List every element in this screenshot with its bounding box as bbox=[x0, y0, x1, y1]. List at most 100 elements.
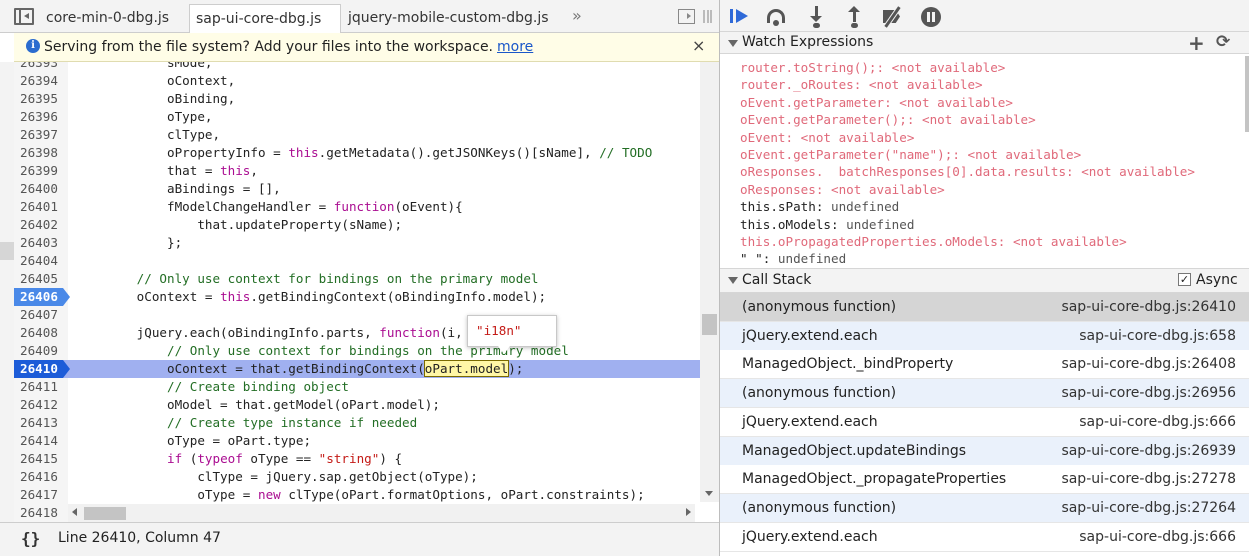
code-line[interactable]: 26393 sMode, bbox=[14, 62, 700, 72]
line-number[interactable]: 26396 bbox=[14, 108, 68, 126]
step-into-icon[interactable] bbox=[806, 6, 828, 28]
tab-jquery-mobile-custom-dbg[interactable]: jquery-mobile-custom-dbg.js bbox=[342, 4, 552, 33]
code-line[interactable]: 26402 that.updateProperty(sName); bbox=[14, 216, 700, 234]
call-frame[interactable]: ManagedObject._bindProperty sap-ui-core-d… bbox=[720, 350, 1249, 380]
code-line[interactable]: 26417 oType = new clType(oPart.formatOpt… bbox=[14, 486, 700, 504]
line-number[interactable]: 26418 bbox=[14, 504, 68, 522]
code-line[interactable]: 26394 oContext, bbox=[14, 72, 700, 90]
watch-expression[interactable]: router.toString();: <not available> bbox=[740, 59, 1005, 76]
line-number[interactable]: 26398 bbox=[14, 144, 68, 162]
line-number[interactable]: 26409 bbox=[14, 342, 68, 360]
watch-expression[interactable]: " ": undefined bbox=[740, 250, 846, 266]
line-number[interactable]: 26401 bbox=[14, 198, 68, 216]
call-frame-location[interactable]: sap-ui-core-dbg.js:666 bbox=[1079, 529, 1236, 545]
watch-expressions-header[interactable]: Watch Expressions + ⟳ bbox=[720, 31, 1249, 55]
breakpoint-marker[interactable]: 26410 bbox=[14, 360, 70, 378]
watch-expression[interactable]: this.oModels: undefined bbox=[740, 216, 914, 233]
call-frame-location[interactable]: sap-ui-core-dbg.js:658 bbox=[1079, 328, 1236, 344]
add-watch-icon[interactable]: + bbox=[1188, 31, 1205, 55]
code-line[interactable]: 26414 oType = oPart.type; bbox=[14, 432, 700, 450]
code-line[interactable]: 26406 oContext = this.getBindingContext(… bbox=[14, 288, 700, 306]
line-number[interactable]: 26416 bbox=[14, 468, 68, 486]
tabs-overflow-button[interactable]: » bbox=[572, 6, 582, 25]
call-frame-location[interactable]: sap-ui-core-dbg.js:27278 bbox=[1061, 471, 1236, 487]
watch-expression[interactable]: router._oRoutes: <not available> bbox=[740, 76, 983, 93]
line-number[interactable]: 26411 bbox=[14, 378, 68, 396]
watch-expression[interactable]: oEvent.getParameter: <not available> bbox=[740, 94, 1013, 111]
infobar-more-link[interactable]: more bbox=[497, 39, 533, 55]
scroll-down-arrow-icon[interactable] bbox=[705, 491, 713, 496]
code-line[interactable]: 26415 if (typeof oType == "string") { bbox=[14, 450, 700, 468]
code-line[interactable]: 26398 oPropertyInfo = this.getMetadata()… bbox=[14, 144, 700, 162]
watch-expression[interactable]: this.oPropagatedProperties.oModels: <not… bbox=[740, 233, 1127, 250]
line-number[interactable]: 26393 bbox=[14, 62, 68, 72]
watch-expression[interactable]: oEvent: <not available> bbox=[740, 129, 914, 146]
code-line[interactable]: 26401 fModelChangeHandler = function(oEv… bbox=[14, 198, 700, 216]
line-number[interactable]: 26405 bbox=[14, 270, 68, 288]
watch-expression[interactable]: oEvent.getParameter("name");: <not avail… bbox=[740, 146, 1081, 163]
code-line[interactable]: 26403 }; bbox=[14, 234, 700, 252]
line-number[interactable]: 26408 bbox=[14, 324, 68, 342]
code-line[interactable]: 26412 oModel = that.getModel(oPart.model… bbox=[14, 396, 700, 414]
code-line[interactable]: 26416 clType = jQuery.sap.getObject(oTyp… bbox=[14, 468, 700, 486]
call-frame-location[interactable]: sap-ui-core-dbg.js:26939 bbox=[1061, 443, 1236, 459]
code-line[interactable]: 26407 bbox=[14, 306, 700, 324]
scroll-left-arrow-icon[interactable] bbox=[72, 508, 77, 516]
tab-sap-ui-core-dbg[interactable]: sap-ui-core-dbg.js bbox=[189, 4, 341, 33]
navigator-toggle-icon[interactable] bbox=[14, 8, 34, 25]
code-line[interactable]: 26399 that = this, bbox=[14, 162, 700, 180]
code-editor[interactable]: 26393 sMode, 26394 oContext, 26395 oBindin… bbox=[14, 62, 719, 522]
call-frame-location[interactable]: sap-ui-core-dbg.js:26410 bbox=[1061, 299, 1236, 315]
expand-triangle-icon[interactable] bbox=[728, 277, 738, 284]
code-line[interactable]: 26410 oContext = that.getBindingContext(… bbox=[14, 360, 700, 378]
line-number[interactable]: 26394 bbox=[14, 72, 68, 90]
line-number[interactable]: 26412 bbox=[14, 396, 68, 414]
line-number[interactable]: 26404 bbox=[14, 252, 68, 270]
line-number[interactable]: 26403 bbox=[14, 234, 68, 252]
close-icon[interactable]: × bbox=[692, 36, 705, 55]
line-number[interactable]: 26395 bbox=[14, 90, 68, 108]
call-frame-location[interactable]: sap-ui-core-dbg.js:27264 bbox=[1061, 500, 1236, 516]
code-line[interactable]: 26408 jQuery.each(oBindingInfo.parts, fu… bbox=[14, 324, 700, 342]
pause-on-exceptions-icon[interactable] bbox=[920, 6, 942, 28]
code-line[interactable]: 26397 clType, bbox=[14, 126, 700, 144]
call-frame[interactable]: (anonymous function) sap-ui-core-dbg.js:2… bbox=[720, 293, 1249, 322]
deactivate-breakpoints-icon[interactable] bbox=[882, 6, 904, 28]
line-number[interactable]: 26400 bbox=[14, 180, 68, 198]
line-number[interactable]: 26414 bbox=[14, 432, 68, 450]
pause-icon[interactable] bbox=[703, 10, 712, 23]
line-number[interactable]: 26402 bbox=[14, 216, 68, 234]
call-frame[interactable]: jQuery.extend.each sap-ui-core-dbg.js:666 bbox=[720, 522, 1249, 552]
code-line[interactable]: 26396 oType, bbox=[14, 108, 700, 126]
watch-scroll-thumb[interactable] bbox=[1245, 56, 1249, 132]
toggle-debugger-icon[interactable] bbox=[678, 9, 695, 24]
async-checkbox[interactable]: ✓ bbox=[1178, 273, 1191, 286]
pretty-print-icon[interactable]: {} bbox=[21, 529, 40, 548]
call-frame-location[interactable]: sap-ui-core-dbg.js:26956 bbox=[1061, 385, 1236, 401]
watch-expression[interactable]: oEvent.getParameter();: <not available> bbox=[740, 111, 1036, 128]
call-frame[interactable]: ManagedObject._propagateProperties sap-ui… bbox=[720, 465, 1249, 495]
watch-expression[interactable]: oResponses: <not available> bbox=[740, 181, 945, 198]
resume-icon[interactable] bbox=[730, 6, 752, 28]
code-line[interactable]: 26400 aBindings = [], bbox=[14, 180, 700, 198]
call-frame[interactable]: (anonymous function) sap-ui-core-dbg.js:2… bbox=[720, 493, 1249, 523]
call-frame[interactable]: ManagedObject.updateBindings sap-ui-core-… bbox=[720, 436, 1249, 466]
expand-triangle-icon[interactable] bbox=[728, 40, 738, 47]
line-number[interactable]: 26407 bbox=[14, 306, 68, 324]
call-stack-header[interactable]: Call Stack ✓ Async bbox=[720, 268, 1249, 293]
vertical-scroll-thumb[interactable] bbox=[702, 314, 717, 335]
scroll-right-arrow-icon[interactable] bbox=[686, 508, 691, 516]
tab-core-min-0-dbg[interactable]: core-min-0-dbg.js bbox=[40, 4, 188, 33]
editor-horizontal-scrollbar[interactable] bbox=[68, 504, 695, 522]
breakpoint-marker[interactable]: 26406 bbox=[14, 288, 70, 306]
code-line[interactable]: 26413 // Create type instance if needed bbox=[14, 414, 700, 432]
line-number[interactable]: 26413 bbox=[14, 414, 68, 432]
call-frame[interactable]: (anonymous function) sap-ui-core-dbg.js:2… bbox=[720, 379, 1249, 409]
line-number[interactable]: 26397 bbox=[14, 126, 68, 144]
call-frame-location[interactable]: sap-ui-core-dbg.js:666 bbox=[1079, 414, 1236, 430]
line-number[interactable]: 26417 bbox=[14, 486, 68, 504]
editor-vertical-scrollbar[interactable] bbox=[700, 62, 719, 502]
step-out-icon[interactable] bbox=[844, 6, 866, 28]
code-line[interactable]: 26405 // Only use context for bindings o… bbox=[14, 270, 700, 288]
call-frame[interactable]: jQuery.extend.each sap-ui-core-dbg.js:666 bbox=[720, 407, 1249, 437]
